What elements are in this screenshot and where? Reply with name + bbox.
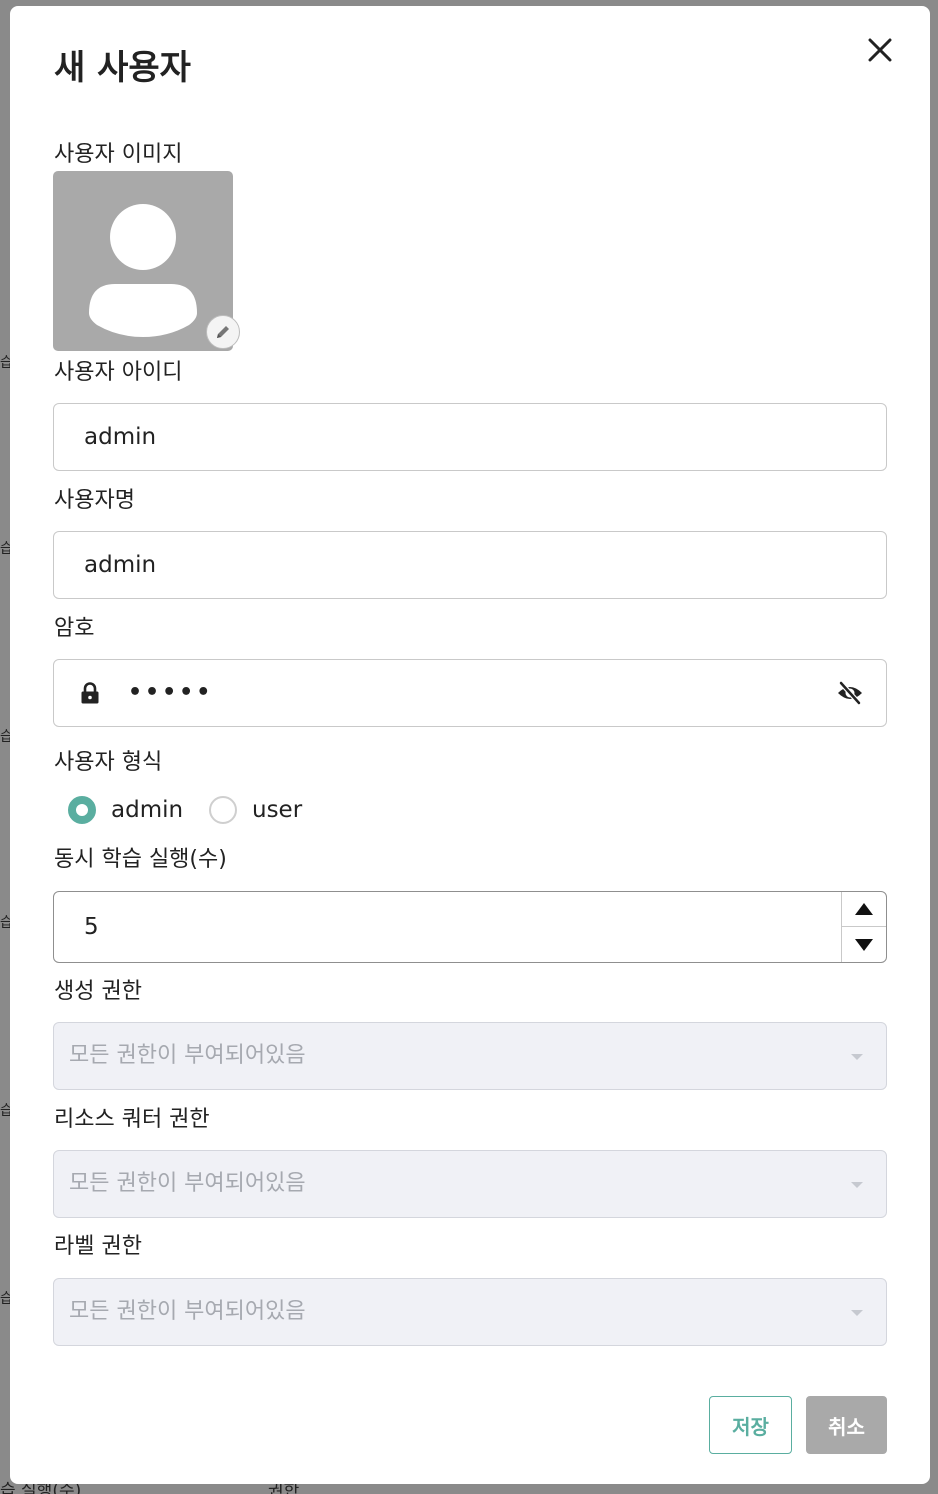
user-name-value: admin [84,552,157,578]
close-button[interactable] [862,32,898,68]
label-permission-placeholder: 모든 권한이 부여되어있음 [69,1299,306,1324]
resource-quota-permission-label: 리소스 쿼터 권한 [54,1107,210,1132]
concurrent-runs-label: 동시 학습 실행(수) [54,847,227,872]
radio-admin[interactable] [68,796,96,824]
chevron-down-icon [851,1054,863,1060]
password-masked-value: ••••• [128,680,214,705]
dialog-title: 새 사용자 [54,48,191,88]
user-avatar [53,171,233,351]
close-icon [868,38,892,62]
label-permission-label: 라벨 권한 [54,1234,142,1259]
user-image-label: 사용자 이미지 [54,142,183,167]
password-label: 암호 [54,616,95,641]
new-user-dialog: 새 사용자 사용자 이미지 사용자 아이디 admin 사용자명 admin 암… [10,6,930,1484]
concurrent-runs-stepper[interactable]: 5 [53,891,887,963]
stepper-buttons [841,892,886,962]
user-id-input[interactable]: admin [53,403,887,471]
user-placeholder-icon [89,204,197,337]
label-permission-select[interactable]: 모든 권한이 부여되어있음 [53,1278,887,1346]
user-type-label: 사용자 형식 [54,750,163,775]
radio-user[interactable] [209,796,237,824]
eye-off-icon[interactable] [836,680,864,706]
resource-quota-permission-placeholder: 모든 권한이 부여되어있음 [69,1171,306,1196]
triangle-up-icon [855,903,873,915]
pencil-icon [217,326,229,338]
chevron-down-icon [851,1310,863,1316]
create-permission-select[interactable]: 모든 권한이 부여되어있음 [53,1022,887,1090]
triangle-down-icon [855,938,873,951]
create-permission-placeholder: 모든 권한이 부여되어있음 [69,1043,306,1068]
increment-button[interactable] [842,892,886,927]
user-id-label: 사용자 아이디 [54,360,183,385]
password-input[interactable]: ••••• [53,659,887,727]
user-name-label: 사용자명 [54,488,135,513]
user-id-value: admin [84,424,157,450]
concurrent-runs-value: 5 [84,914,99,940]
lock-icon [81,682,99,704]
edit-avatar-button[interactable] [206,315,240,349]
radio-admin-label: admin [111,797,184,823]
create-permission-label: 생성 권한 [54,979,142,1004]
cancel-button[interactable]: 취소 [806,1396,887,1454]
radio-user-label: user [252,797,303,823]
save-button[interactable]: 저장 [709,1396,792,1454]
chevron-down-icon [851,1182,863,1188]
resource-quota-permission-select[interactable]: 모든 권한이 부여되어있음 [53,1150,887,1218]
user-name-input[interactable]: admin [53,531,887,599]
decrement-button[interactable] [842,927,886,962]
